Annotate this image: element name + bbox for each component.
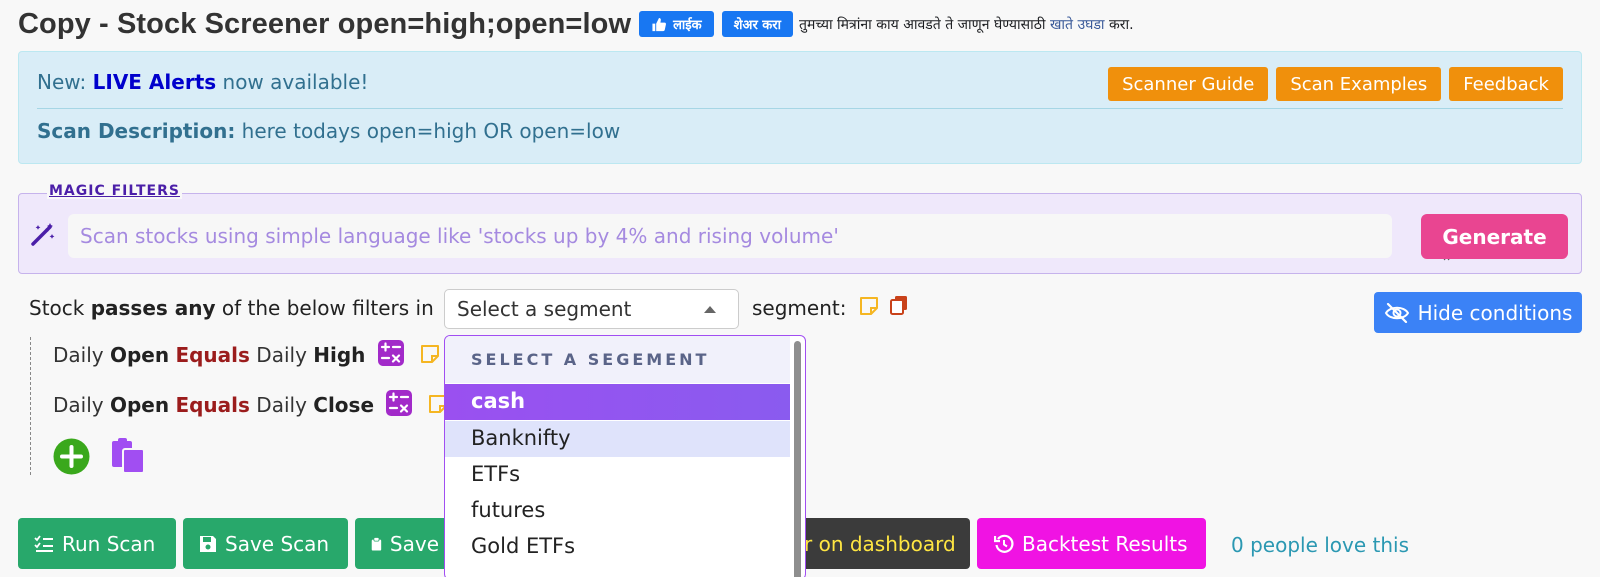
- segment-option-etfs[interactable]: ETFs: [445, 457, 790, 493]
- magic-wand-icon: [31, 223, 55, 246]
- page-title: Copy - Stock Screener open=high;open=low: [18, 7, 632, 40]
- calculator-icon[interactable]: [377, 339, 405, 367]
- facebook-prompt-before: तुमच्या मित्रांना काय आवडते ते जाणून घेण…: [798, 16, 1046, 33]
- feedback-button[interactable]: Feedback: [1449, 67, 1563, 101]
- condition-operator[interactable]: Equals: [175, 343, 249, 367]
- condition-operator[interactable]: Equals: [175, 393, 249, 417]
- facebook-prompt-after: करा.: [1109, 16, 1134, 33]
- passes-any-toggle[interactable]: passes any: [91, 296, 216, 320]
- scan-description-label: Scan Description:: [37, 119, 236, 143]
- magic-filters-legend: MAGIC FILTERS: [47, 183, 182, 199]
- thumbs-up-icon: [652, 17, 667, 31]
- scan-description: Scan Description: here todays open=high …: [37, 119, 620, 143]
- sticky-note-icon[interactable]: [859, 296, 879, 316]
- love-count[interactable]: 0 people love this: [1231, 533, 1409, 557]
- scanner-guide-button[interactable]: Scanner Guide: [1108, 67, 1269, 101]
- segment-label: segment:: [752, 296, 847, 320]
- like-label: लाईक: [673, 18, 702, 33]
- add-condition-icon[interactable]: [53, 438, 90, 475]
- condition-row[interactable]: Daily Open Equals Daily Close: [53, 393, 374, 417]
- segment-option-gold-etfs[interactable]: Gold ETFs: [445, 529, 790, 565]
- paste-condition-icon[interactable]: [111, 438, 145, 474]
- condition-rhs-timeframe[interactable]: Daily: [256, 343, 307, 367]
- save-as-label: Save: [389, 531, 439, 556]
- condition-lhs[interactable]: Open: [110, 393, 169, 417]
- segment-dropdown-title: SELECT A SEGEMENT: [471, 350, 710, 369]
- new-prefix: New:: [37, 70, 87, 94]
- alert-divider: [37, 108, 1563, 109]
- conditions-group-border: [30, 337, 31, 475]
- backtest-results-button[interactable]: Backtest Results: [977, 518, 1206, 569]
- facebook-open-account-link[interactable]: खाते उघडा: [1050, 17, 1105, 33]
- caret-up-icon: [704, 306, 716, 313]
- magic-filters-panel: MAGIC FILTERS Scan stocks using simple l…: [18, 183, 1582, 274]
- history-icon: [994, 534, 1014, 553]
- hide-conditions-button[interactable]: Hide conditions: [1374, 292, 1582, 333]
- save-as-button[interactable]: Save: [355, 518, 455, 569]
- filter-suffix: of the below filters in: [221, 296, 434, 320]
- scan-description-text: here todays open=high OR open=low: [241, 119, 621, 143]
- scan-examples-button[interactable]: Scan Examples: [1276, 67, 1442, 101]
- new-feature-notice: New: LIVE Alerts now available!: [37, 70, 368, 94]
- condition-rhs-timeframe[interactable]: Daily: [256, 393, 307, 417]
- facebook-prompt: तुमच्या मित्रांना काय आवडते ते जाणून घेण…: [799, 15, 1134, 34]
- facebook-share-button[interactable]: शेअर करा: [721, 11, 793, 37]
- save-scan-button[interactable]: Save Scan: [183, 518, 348, 569]
- filter-prefix: Stock: [29, 296, 85, 320]
- segment-select-value: Select a segment: [457, 297, 632, 321]
- add-to-dashboard-button[interactable]: r on dashboard: [780, 518, 970, 569]
- backtest-results-label: Backtest Results: [1022, 531, 1188, 556]
- condition-rhs[interactable]: Close: [313, 393, 374, 417]
- calculator-icon[interactable]: [385, 389, 413, 417]
- condition-row[interactable]: Daily Open Equals Daily High: [53, 343, 365, 367]
- help-buttons: Scanner Guide Scan Examples Feedback: [1108, 67, 1563, 101]
- facebook-like-button[interactable]: लाईक: [639, 11, 714, 37]
- magic-filter-input[interactable]: Scan stocks using simple language like '…: [68, 214, 1392, 258]
- save-scan-label: Save Scan: [225, 531, 330, 556]
- condition-lhs[interactable]: Open: [110, 343, 169, 367]
- segment-select[interactable]: Select a segment: [444, 289, 739, 329]
- title-row: Copy - Stock Screener open=high;open=low…: [18, 4, 1134, 44]
- copy-icon[interactable]: [889, 295, 909, 315]
- new-suffix: now available!: [222, 70, 369, 94]
- segment-option-banknifty[interactable]: Banknifty: [445, 421, 790, 457]
- add-to-dashboard-label: r on dashboard: [804, 531, 956, 556]
- info-alert: New: LIVE Alerts now available! Scanner …: [18, 51, 1582, 164]
- condition-rhs[interactable]: High: [313, 343, 365, 367]
- sticky-note-icon[interactable]: [420, 344, 440, 364]
- segment-option-futures[interactable]: futures: [445, 493, 790, 529]
- condition-lhs-timeframe[interactable]: Daily: [53, 343, 104, 367]
- dropdown-scrollbar[interactable]: [794, 341, 801, 577]
- segment-dropdown: SELECT A SEGEMENT cash Banknifty ETFs fu…: [444, 335, 806, 577]
- generate-button[interactable]: Generate: [1421, 214, 1568, 259]
- condition-lhs-timeframe[interactable]: Daily: [53, 393, 104, 417]
- run-scan-label: Run Scan: [62, 531, 156, 556]
- clipboard-icon: [371, 536, 382, 551]
- list-check-icon: [34, 534, 53, 552]
- filter-sentence: Stock passes any of the below filters in: [29, 296, 434, 320]
- hide-conditions-label: Hide conditions: [1417, 300, 1573, 325]
- floppy-disk-icon: [200, 535, 216, 552]
- run-scan-button[interactable]: Run Scan: [18, 518, 176, 569]
- segment-dropdown-header: SELECT A SEGEMENT: [445, 336, 790, 383]
- live-alerts-link[interactable]: LIVE Alerts: [93, 70, 217, 94]
- eye-slash-icon: [1384, 302, 1409, 323]
- segment-option-cash[interactable]: cash: [445, 384, 790, 420]
